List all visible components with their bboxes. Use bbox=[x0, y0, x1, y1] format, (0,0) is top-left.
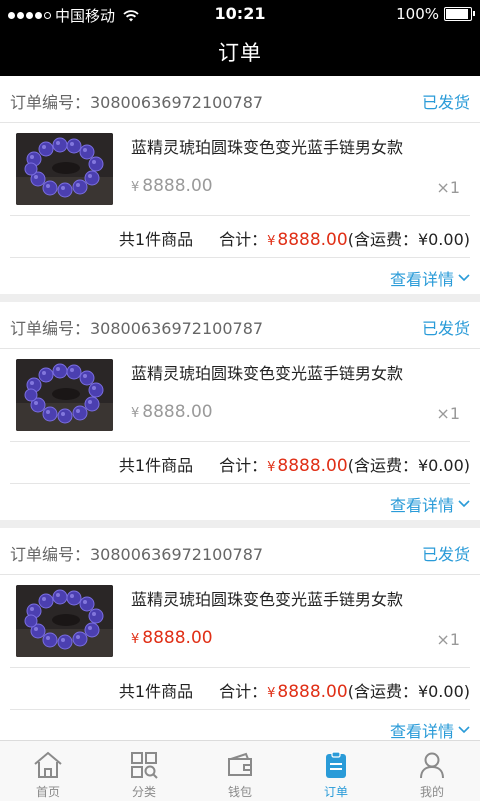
product-name[interactable]: 蓝精灵琥珀圆珠变色变光蓝手链男女款 bbox=[131, 360, 403, 384]
order-summary-text: 共1件商品 合计：¥ 8888.00(含运费：¥0.00) bbox=[119, 678, 470, 702]
product-name[interactable]: 蓝精灵琥珀圆珠变色变光蓝手链男女款 bbox=[131, 586, 403, 610]
view-details-link[interactable]: 查看详情 bbox=[390, 492, 470, 516]
tab-wallet[interactable]: 钱包 bbox=[192, 741, 288, 801]
currency-symbol: ¥ bbox=[267, 234, 276, 249]
product-price: ¥8888.00 bbox=[131, 628, 213, 648]
view-details-label: 查看详情 bbox=[389, 496, 454, 515]
currency-symbol: ¥ bbox=[267, 686, 276, 701]
chevron-down-icon bbox=[458, 500, 470, 508]
tab-profile[interactable]: 我的 bbox=[384, 741, 480, 801]
order-number: 订单编号：30800636972100787 bbox=[10, 93, 264, 112]
order-header: 订单编号：30800636972100787 已发货 bbox=[0, 302, 480, 349]
order-product-row[interactable]: 蓝精灵琥珀圆珠变色变光蓝手链男女款 ¥8888.00 ×1 bbox=[10, 575, 470, 668]
product-quantity: ×1 bbox=[436, 630, 460, 649]
order-summary-text: 共1件商品 合计：¥ 8888.00(含运费：¥0.00) bbox=[119, 452, 470, 476]
shipping-fee: (含运费：¥0.00) bbox=[347, 230, 470, 249]
bracelet-image bbox=[16, 133, 113, 205]
bracelet-image bbox=[16, 359, 113, 431]
total-amount: ¥8888.00 bbox=[267, 682, 348, 702]
tab-bar: 首页 分类 钱包 订单 我的 bbox=[0, 740, 480, 801]
page-title: 订单 bbox=[218, 41, 262, 65]
bracelet-image bbox=[16, 585, 113, 657]
order-summary: 共1件商品 合计：¥ 8888.00(含运费：¥0.00) bbox=[10, 668, 470, 710]
home-icon bbox=[34, 751, 62, 778]
order-product-row[interactable]: 蓝精灵琥珀圆珠变色变光蓝手链男女款 ¥8888.00 ×1 bbox=[10, 123, 470, 216]
tab-label: 订单 bbox=[323, 785, 348, 799]
category-icon bbox=[131, 752, 158, 779]
tab-home[interactable]: 首页 bbox=[0, 741, 96, 801]
product-name[interactable]: 蓝精灵琥珀圆珠变色变光蓝手链男女款 bbox=[131, 134, 403, 158]
order-summary: 共1件商品 合计：¥ 8888.00(含运费：¥0.00) bbox=[10, 216, 470, 258]
price-value: 8888.00 bbox=[142, 176, 213, 196]
view-details-label: 查看详情 bbox=[389, 270, 454, 289]
total-label: 合计： bbox=[219, 456, 268, 475]
order-summary-text: 共1件商品 合计：¥ 8888.00(含运费：¥0.00) bbox=[119, 226, 470, 250]
user-icon bbox=[420, 752, 444, 779]
order-card: 订单编号：30800636972100787 已发货 蓝精灵琥珀圆珠变色变光蓝手… bbox=[0, 76, 480, 294]
total-label: 合计： bbox=[219, 230, 268, 249]
currency-symbol: ¥ bbox=[131, 180, 140, 195]
currency-symbol: ¥ bbox=[267, 460, 276, 475]
order-list[interactable]: 订单编号：30800636972100787 已发货 蓝精灵琥珀圆珠变色变光蓝手… bbox=[0, 76, 480, 740]
shipping-fee: (含运费：¥0.00) bbox=[347, 682, 470, 701]
item-count: 共1件商品 bbox=[118, 456, 194, 475]
order-product-row[interactable]: 蓝精灵琥珀圆珠变色变光蓝手链男女款 ¥8888.00 ×1 bbox=[10, 349, 470, 442]
order-header: 订单编号：30800636972100787 已发货 bbox=[0, 76, 480, 123]
chevron-down-icon bbox=[458, 274, 470, 282]
tab-label: 分类 bbox=[131, 785, 156, 799]
order-number: 订单编号：30800636972100787 bbox=[10, 545, 264, 564]
battery-percent: 100% bbox=[396, 5, 439, 23]
total-value: 8888.00 bbox=[277, 230, 348, 250]
currency-symbol: ¥ bbox=[131, 632, 140, 647]
product-image[interactable] bbox=[16, 585, 113, 657]
wallet-icon bbox=[228, 752, 252, 776]
status-right: 100% bbox=[396, 5, 475, 23]
product-image[interactable] bbox=[16, 359, 113, 431]
total-amount: ¥8888.00 bbox=[267, 456, 348, 476]
order-status: 已发货 bbox=[421, 545, 470, 564]
product-quantity: ×1 bbox=[436, 404, 460, 423]
shipping-fee: (含运费：¥0.00) bbox=[347, 456, 470, 475]
order-icon bbox=[326, 751, 346, 778]
total-value: 8888.00 bbox=[277, 682, 348, 702]
order-card: 订单编号：30800636972100787 已发货 蓝精灵琥珀圆珠变色变光蓝手… bbox=[0, 302, 480, 520]
order-status: 已发货 bbox=[421, 93, 470, 112]
total-label: 合计： bbox=[219, 682, 268, 701]
battery-icon bbox=[444, 7, 475, 21]
total-value: 8888.00 bbox=[277, 456, 348, 476]
price-value: 8888.00 bbox=[142, 628, 213, 648]
item-count: 共1件商品 bbox=[118, 230, 194, 249]
chevron-down-icon bbox=[458, 726, 470, 734]
tab-category[interactable]: 分类 bbox=[96, 741, 192, 801]
product-price: ¥8888.00 bbox=[131, 402, 213, 422]
status-bar: 中国移动 10:21 100% bbox=[0, 0, 480, 30]
tab-label: 我的 bbox=[419, 785, 444, 799]
order-number: 订单编号：30800636972100787 bbox=[10, 319, 264, 338]
total-amount: ¥8888.00 bbox=[267, 230, 348, 250]
tab-orders[interactable]: 订单 bbox=[288, 741, 384, 801]
order-summary: 共1件商品 合计：¥ 8888.00(含运费：¥0.00) bbox=[10, 442, 470, 484]
view-details-link[interactable]: 查看详情 bbox=[390, 718, 470, 740]
price-value: 8888.00 bbox=[142, 402, 213, 422]
currency-symbol: ¥ bbox=[131, 406, 140, 421]
view-details-label: 查看详情 bbox=[389, 722, 454, 740]
product-price: ¥8888.00 bbox=[131, 176, 213, 196]
tab-label: 首页 bbox=[35, 785, 60, 799]
order-header: 订单编号：30800636972100787 已发货 bbox=[0, 528, 480, 575]
product-quantity: ×1 bbox=[436, 178, 460, 197]
product-image[interactable] bbox=[16, 133, 113, 205]
order-status: 已发货 bbox=[421, 319, 470, 338]
order-card: 订单编号：30800636972100787 已发货 蓝精灵琥珀圆珠变色变光蓝手… bbox=[0, 528, 480, 740]
tab-label: 钱包 bbox=[227, 785, 252, 799]
item-count: 共1件商品 bbox=[118, 682, 194, 701]
view-details-link[interactable]: 查看详情 bbox=[390, 266, 470, 290]
nav-bar: 订单 bbox=[0, 30, 480, 76]
